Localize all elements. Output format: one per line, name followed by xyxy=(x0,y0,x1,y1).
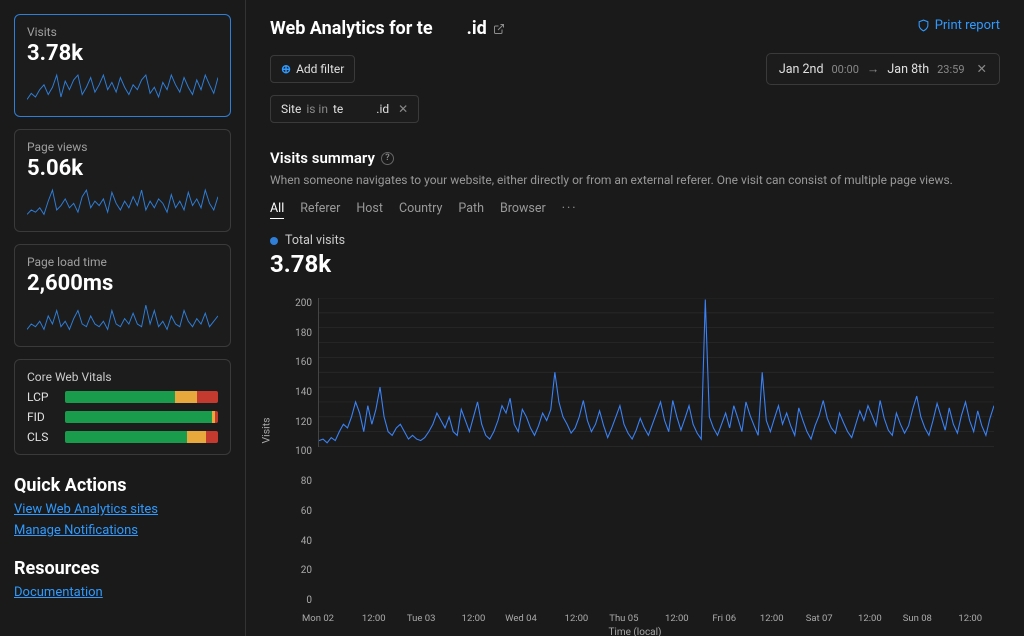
cwv-label: CLS xyxy=(27,430,55,444)
metric-value: 5.06k xyxy=(27,156,218,181)
filter-chip-site[interactable]: Site is in te .id ✕ xyxy=(270,95,419,123)
metric-label: Page views xyxy=(27,140,218,154)
date-from-day: Jan 2nd xyxy=(779,62,824,77)
title-suffix: .id xyxy=(467,18,487,39)
legend-dot-icon xyxy=(270,237,278,245)
page-title: Web Analytics for te .id xyxy=(270,18,505,39)
quick-actions-title: Quick Actions xyxy=(14,475,231,496)
filter-op: is in xyxy=(306,102,328,116)
resources-title: Resources xyxy=(14,558,231,579)
sparkline-loadtime xyxy=(27,302,218,332)
summary-value: 3.78k xyxy=(270,250,1000,278)
core-web-vitals-card[interactable]: Core Web Vitals LCP FID CLS xyxy=(14,359,231,455)
sparkline-pageviews xyxy=(27,187,218,217)
date-to-time: 23:59 xyxy=(937,63,964,76)
tab-referer[interactable]: Referer xyxy=(300,201,340,219)
tab-path[interactable]: Path xyxy=(458,201,484,219)
add-filter-label: Add filter xyxy=(296,62,344,76)
metric-value: 2,600ms xyxy=(27,271,218,296)
cwv-label: FID xyxy=(27,410,55,424)
info-icon[interactable]: ? xyxy=(381,152,394,165)
tab-country[interactable]: Country xyxy=(399,201,442,219)
legend-label: Total visits xyxy=(285,233,345,248)
main-panel: Web Analytics for te .id Print report ⊕ … xyxy=(245,0,1024,636)
link-view-sites[interactable]: View Web Analytics sites xyxy=(14,502,231,517)
tab-browser[interactable]: Browser xyxy=(500,201,546,219)
summary-description: When someone navigates to your website, … xyxy=(270,173,1000,187)
metric-card-loadtime[interactable]: Page load time 2,600ms xyxy=(14,244,231,347)
cwv-label: LCP xyxy=(27,390,55,404)
title-prefix: Web Analytics for te xyxy=(270,18,433,39)
y-axis: 200180160140120100806040200 xyxy=(270,298,312,606)
tabs: All Referer Host Country Path Browser ··· xyxy=(270,201,1000,219)
link-manage-notifications[interactable]: Manage Notifications xyxy=(14,523,231,538)
cwv-row: FID xyxy=(27,410,218,424)
x-axis: Mon 0212:00Tue 0312:00Wed 0412:00Thu 051… xyxy=(318,613,994,624)
cwv-bar xyxy=(65,391,218,403)
summary-title: Visits summary ? xyxy=(270,149,1000,167)
metric-card-visits[interactable]: Visits 3.78k xyxy=(14,14,231,117)
date-from-time: 00:00 xyxy=(832,63,859,76)
filter-field: Site xyxy=(281,102,301,116)
filter-val-pre: te xyxy=(333,102,343,116)
date-to-day: Jan 8th xyxy=(887,62,929,77)
arrow-right-icon: → xyxy=(867,62,880,77)
tab-all[interactable]: All xyxy=(270,201,284,219)
sparkline-visits xyxy=(27,72,218,102)
print-label: Print report xyxy=(935,18,1000,33)
metric-card-pageviews[interactable]: Page views 5.06k xyxy=(14,129,231,232)
cwv-title: Core Web Vitals xyxy=(27,370,218,384)
more-tabs-icon[interactable]: ··· xyxy=(562,201,578,219)
date-range-picker[interactable]: Jan 2nd 00:00 → Jan 8th 23:59 ✕ xyxy=(766,53,1000,85)
cwv-bar xyxy=(65,431,218,443)
metric-label: Visits xyxy=(27,25,218,39)
remove-filter-icon[interactable]: ✕ xyxy=(398,102,408,116)
tab-host[interactable]: Host xyxy=(356,201,383,219)
filter-val-suf: .id xyxy=(376,102,389,116)
clear-date-icon[interactable]: ✕ xyxy=(977,61,987,77)
x-axis-label: Time (local) xyxy=(270,627,1000,636)
print-report-button[interactable]: Print report xyxy=(917,18,1000,33)
add-filter-button[interactable]: ⊕ Add filter xyxy=(270,55,355,83)
cwv-row: CLS xyxy=(27,430,218,444)
chart-area: Visits 200180160140120100806040200 Mon 0… xyxy=(270,298,1000,636)
line-chart xyxy=(318,298,994,447)
cwv-bar xyxy=(65,411,218,423)
metric-value: 3.78k xyxy=(27,41,218,66)
sidebar: Visits 3.78k Page views 5.06k Page load … xyxy=(0,0,245,636)
plus-icon: ⊕ xyxy=(281,62,291,76)
metric-label: Page load time xyxy=(27,255,218,269)
external-link-icon[interactable] xyxy=(493,23,505,35)
link-documentation[interactable]: Documentation xyxy=(14,585,231,600)
shield-icon xyxy=(917,19,930,32)
chart-legend: Total visits xyxy=(270,233,1000,248)
cwv-row: LCP xyxy=(27,390,218,404)
